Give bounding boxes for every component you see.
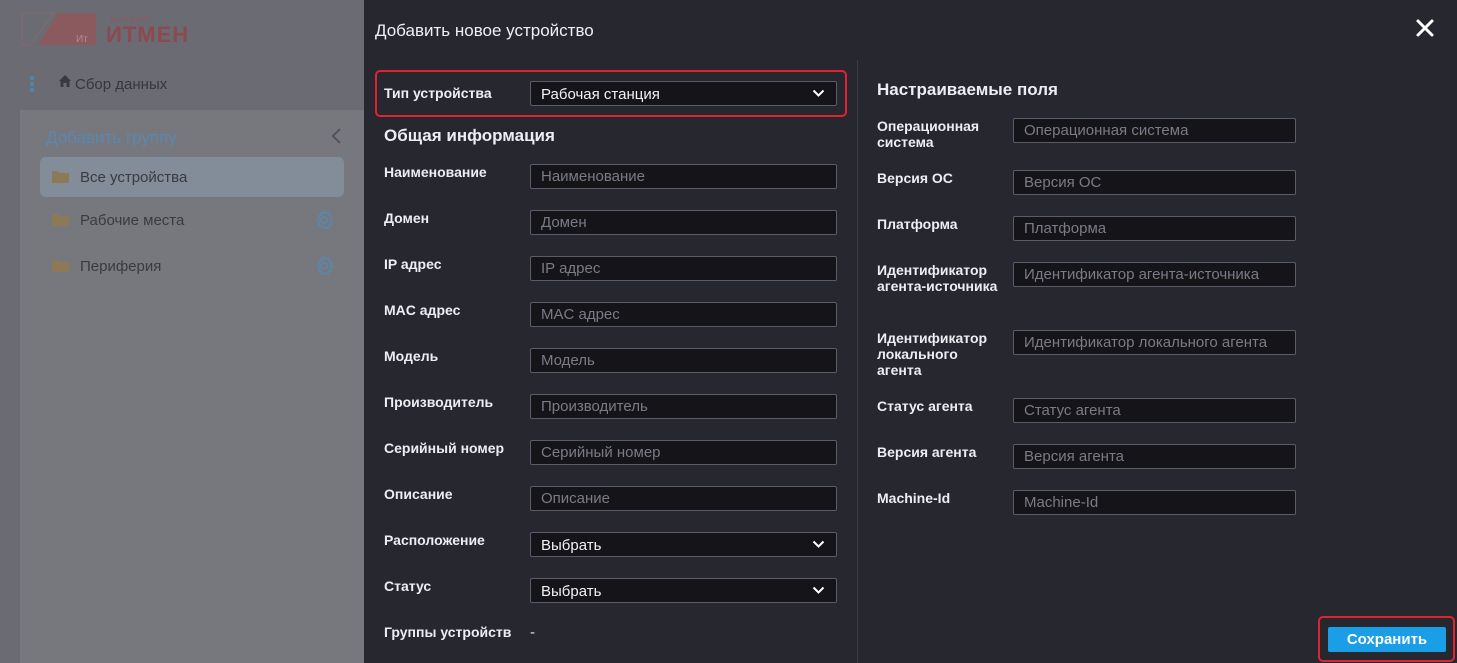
- column-divider: [857, 60, 858, 663]
- folder-icon: [52, 260, 69, 272]
- model-input[interactable]: [530, 348, 837, 373]
- field-label-domain: Домен: [384, 210, 430, 226]
- domain-input[interactable]: [530, 210, 837, 235]
- general-info-title: Общая информация: [384, 126, 555, 145]
- ip-address-input[interactable]: [530, 256, 837, 281]
- source-agent-id-input[interactable]: [1013, 262, 1296, 287]
- app-logo: Ит ИНФЕРИТ ИТМЕН: [18, 9, 218, 49]
- serial-number-input[interactable]: [530, 440, 837, 465]
- name-input[interactable]: [530, 164, 837, 189]
- group-item-peripherals[interactable]: Периферия: [40, 246, 344, 286]
- status-select[interactable]: Выбрать: [530, 578, 837, 603]
- description-input[interactable]: [530, 486, 837, 511]
- custom-label-platform: Платформа: [877, 216, 958, 232]
- chevron-down-icon: [812, 540, 825, 548]
- custom-label-agent-status: Статус агента: [877, 398, 973, 414]
- add-group-link[interactable]: Добавить группу: [46, 128, 177, 148]
- field-label-mac: MAC адрес: [384, 302, 461, 318]
- custom-label-os: Операционная система: [877, 118, 980, 150]
- os-input[interactable]: [1013, 118, 1296, 143]
- location-value: Выбрать: [541, 537, 602, 554]
- platform-input[interactable]: [1013, 216, 1296, 241]
- field-label-name: Наименование: [384, 164, 487, 180]
- field-label-serial: Серийный номер: [384, 440, 505, 456]
- custom-label-agent-version: Версия агента: [877, 444, 977, 460]
- gear-icon[interactable]: [313, 209, 335, 231]
- background-app: Ит ИНФЕРИТ ИТМЕН Сбор данных Добавить гр…: [0, 0, 364, 663]
- logo-title: ИТМЕН: [106, 22, 190, 47]
- close-icon[interactable]: [1414, 17, 1436, 39]
- device-type-value: Рабочая станция: [541, 86, 660, 103]
- group-item-label: Периферия: [80, 258, 162, 275]
- field-label-manufacturer: Производитель: [384, 394, 494, 410]
- group-item-label: Все устройства: [80, 169, 188, 186]
- group-item-workplaces[interactable]: Рабочие места: [40, 200, 344, 240]
- breadcrumb[interactable]: Сбор данных: [75, 76, 167, 93]
- collapse-icon[interactable]: [330, 127, 342, 145]
- mac-address-input[interactable]: [530, 302, 837, 327]
- status-label: Статус: [384, 578, 432, 594]
- group-item-all-devices[interactable]: Все устройства: [40, 157, 344, 197]
- logo-it-text: Ит: [76, 34, 88, 45]
- os-version-input[interactable]: [1013, 170, 1296, 195]
- custom-label-local-agent-id: Идентификатор локального агента: [877, 330, 988, 378]
- save-button[interactable]: Сохранить: [1328, 627, 1446, 652]
- local-agent-id-input[interactable]: [1013, 330, 1296, 355]
- modal-title: Добавить новое устройство: [375, 21, 594, 40]
- add-device-modal: Добавить новое устройство Тип устройства…: [364, 0, 1457, 663]
- home-icon[interactable]: [57, 73, 73, 89]
- status-value: Выбрать: [541, 583, 602, 600]
- custom-fields-title: Настраиваемые поля: [877, 80, 1058, 99]
- location-label: Расположение: [384, 532, 485, 548]
- gear-icon[interactable]: [313, 255, 335, 277]
- agent-version-input[interactable]: [1013, 444, 1296, 469]
- folder-icon: [52, 171, 69, 183]
- custom-label-source-agent-id: Идентификатор агента-источника: [877, 262, 998, 294]
- chevron-down-icon: [812, 586, 825, 594]
- chevron-down-icon: [812, 89, 825, 97]
- menu-dots-icon[interactable]: [30, 76, 34, 92]
- device-groups-value: -: [530, 624, 535, 641]
- agent-status-input[interactable]: [1013, 398, 1296, 423]
- location-select[interactable]: Выбрать: [530, 532, 837, 557]
- field-label-description: Описание: [384, 486, 453, 502]
- device-type-select[interactable]: Рабочая станция: [530, 81, 837, 106]
- manufacturer-input[interactable]: [530, 394, 837, 419]
- folder-icon: [52, 214, 69, 226]
- field-label-ip: IP адрес: [384, 256, 442, 272]
- custom-label-os-version: Версия ОС: [877, 170, 953, 186]
- machine-id-input[interactable]: [1013, 490, 1296, 515]
- field-label-model: Модель: [384, 348, 439, 364]
- device-groups-label: Группы устройств: [384, 624, 512, 640]
- group-item-label: Рабочие места: [80, 212, 185, 229]
- custom-label-machine-id: Machine-Id: [877, 490, 951, 506]
- device-type-label: Тип устройства: [384, 85, 492, 101]
